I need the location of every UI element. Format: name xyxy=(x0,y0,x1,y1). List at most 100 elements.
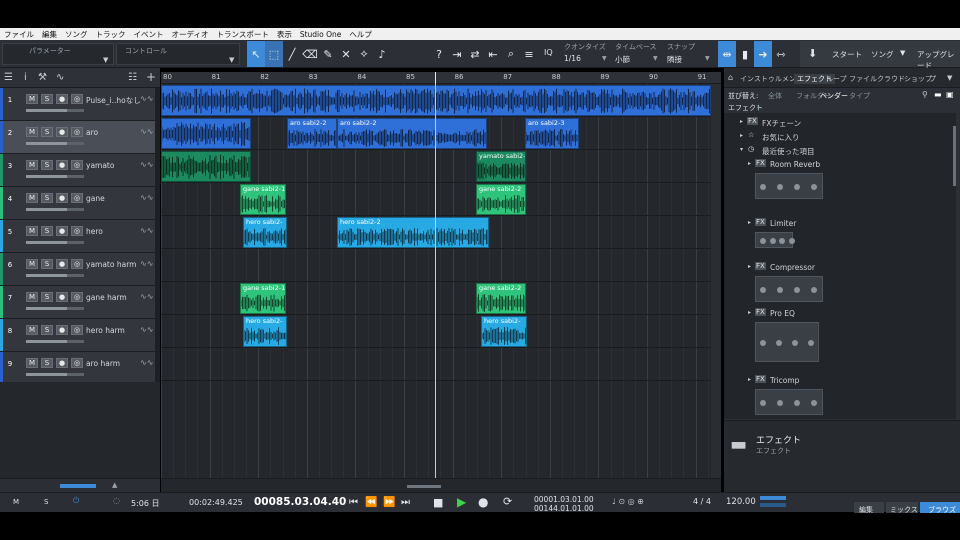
edit-button[interactable]: 編集 xyxy=(859,505,873,515)
eraser-tool-icon[interactable]: ⌫ xyxy=(301,41,319,67)
chevron-down-icon[interactable]: ▼ xyxy=(229,56,234,64)
volume-fader[interactable] xyxy=(26,373,84,376)
chevron-down-icon[interactable]: ▼ xyxy=(602,55,607,62)
forward-icon[interactable]: ⏩ xyxy=(383,497,395,508)
zoom-icon[interactable]: ⌕ xyxy=(502,41,520,67)
waveform-icon[interactable]: ∿∿ xyxy=(140,193,153,202)
plugin-thumbnail[interactable] xyxy=(755,232,795,248)
solo-button[interactable]: S xyxy=(41,226,53,236)
sort-option[interactable]: タイプ xyxy=(849,91,870,101)
chevron-right-icon[interactable]: ▸ xyxy=(748,376,751,383)
record-arm-button[interactable]: ● xyxy=(56,292,68,302)
volume-fader[interactable] xyxy=(26,109,84,112)
search-icon[interactable]: ⚲ xyxy=(922,90,928,99)
stop-icon[interactable]: ■ xyxy=(433,496,443,509)
download-icon[interactable]: ⬇ xyxy=(808,47,817,60)
plugin-item[interactable]: Compressor xyxy=(770,263,815,272)
loop-start[interactable]: 00001.03.01.00 xyxy=(534,495,594,504)
menu-item[interactable]: Studio One xyxy=(300,30,342,39)
track-header[interactable]: 7 M S ● ◎ gane harm ∿∿ xyxy=(0,286,160,319)
range-tool-icon[interactable]: ⬚ xyxy=(265,41,283,67)
plugin-thumbnail[interactable] xyxy=(755,322,819,362)
audio-clip[interactable]: aro sabi2-3 xyxy=(525,118,579,149)
paint-tool-icon[interactable]: ✎ xyxy=(319,41,337,67)
plugin-item[interactable]: Limiter xyxy=(770,219,796,228)
horizontal-scrollbar[interactable] xyxy=(161,478,721,492)
chevron-right-icon[interactable]: ▸ xyxy=(748,160,751,167)
volume-fader[interactable] xyxy=(26,142,84,145)
chevron-right-icon[interactable]: ▸ xyxy=(748,219,751,226)
menu-item[interactable]: オーディオ xyxy=(172,29,209,40)
mute-button[interactable]: M xyxy=(26,259,38,269)
browse-button[interactable]: ブラウズ xyxy=(928,505,956,515)
mute-button[interactable]: M xyxy=(26,193,38,203)
menu-item[interactable]: ファイル xyxy=(4,29,34,40)
track-header[interactable]: 1 M S ● ◎ Pulse_i..hoなし ∿∿ xyxy=(0,88,160,121)
volume-fader[interactable] xyxy=(26,274,84,277)
timeline-ruler[interactable]: 80 81 82 83 84 85 86 87 88 89 90 91 xyxy=(161,72,721,84)
vertical-scrollbar[interactable] xyxy=(711,84,721,478)
forward-end-icon[interactable]: ⏭ xyxy=(401,497,410,508)
record-arm-button[interactable]: ● xyxy=(56,325,68,335)
menu-icon[interactable]: ☰ xyxy=(4,72,13,83)
waveform-icon[interactable]: ∿∿ xyxy=(140,127,153,136)
sync-button[interactable]: S xyxy=(44,498,48,506)
plugin-item[interactable]: Pro EQ xyxy=(770,309,795,318)
mute-tool-icon[interactable]: ✕ xyxy=(337,41,355,67)
mute-button[interactable]: M xyxy=(26,325,38,335)
mute-button[interactable]: M xyxy=(26,127,38,137)
waveform-icon[interactable]: ∿∿ xyxy=(140,160,153,169)
track-header[interactable]: 2 M S ● ◎ aro ∿∿ xyxy=(0,121,160,154)
audio-clip[interactable] xyxy=(161,151,251,182)
audio-clip[interactable]: yamato sabi2-2 xyxy=(476,151,526,182)
solo-button[interactable]: S xyxy=(41,127,53,137)
monitor-button[interactable]: ◎ xyxy=(71,193,83,203)
mute-button[interactable]: M xyxy=(26,94,38,104)
start-button[interactable]: スタート xyxy=(832,49,862,60)
monitor-button[interactable]: ◎ xyxy=(71,259,83,269)
chevron-right-icon[interactable]: ▸ xyxy=(748,263,751,270)
volume-fader[interactable] xyxy=(26,175,84,178)
audio-clip[interactable]: hero sabi2-2 xyxy=(337,217,489,248)
song-button[interactable]: ソング xyxy=(871,49,894,60)
solo-button[interactable]: S xyxy=(41,259,53,269)
monitor-button[interactable]: ◎ xyxy=(71,94,83,104)
mix-button[interactable]: ミックス xyxy=(890,505,918,515)
arrange-view[interactable]: aro sabi2-2 aro sabi2-2 aro sabi2-3 yamato … xyxy=(161,84,721,478)
volume-fader[interactable] xyxy=(26,241,84,244)
chevron-right-icon[interactable]: ▸ xyxy=(748,309,751,316)
rewind-icon[interactable]: ⏪ xyxy=(365,497,377,508)
arrow-tool-icon[interactable]: ↖ xyxy=(247,41,265,67)
record-arm-button[interactable]: ● xyxy=(56,358,68,368)
record-arm-button[interactable]: ● xyxy=(56,259,68,269)
track-scrollbar[interactable] xyxy=(155,88,160,382)
track-name[interactable]: aro harm xyxy=(86,359,120,368)
browser-tab[interactable]: ループ xyxy=(826,74,847,84)
chevron-down-icon[interactable]: ▼ xyxy=(900,49,905,57)
monitor-button[interactable]: ◎ xyxy=(71,226,83,236)
mute-button[interactable]: M xyxy=(26,160,38,170)
track-header[interactable]: 5 M S ● ◎ hero ∿∿ xyxy=(0,220,160,253)
list-icon[interactable]: ☷ xyxy=(128,72,137,83)
track-name[interactable]: hero harm xyxy=(86,326,125,335)
track-name[interactable]: aro xyxy=(86,128,98,137)
sort-option[interactable]: ベンダー xyxy=(820,91,848,101)
track-name[interactable]: yamato harm xyxy=(86,260,136,269)
scroll-icon[interactable]: ≡ xyxy=(520,41,538,67)
solo-button[interactable]: S xyxy=(41,325,53,335)
mute-button[interactable]: M xyxy=(26,358,38,368)
waveform-icon[interactable]: ∿∿ xyxy=(140,358,153,367)
tree-recent[interactable]: 最近使った項目 xyxy=(762,146,815,157)
record-arm-button[interactable]: ● xyxy=(56,127,68,137)
plugin-item[interactable]: Tricomp xyxy=(770,376,799,385)
solo-button[interactable]: S xyxy=(41,292,53,302)
arrow-right-icon[interactable]: ➜ xyxy=(754,41,772,67)
plugin-thumbnail[interactable] xyxy=(755,276,823,302)
chevron-down-icon[interactable]: ▼ xyxy=(947,74,952,82)
track-name[interactable]: yamato xyxy=(86,161,114,170)
mute-button[interactable]: M xyxy=(26,226,38,236)
monitor-button[interactable]: M xyxy=(13,498,19,506)
audio-clip[interactable] xyxy=(161,85,711,116)
volume-fader[interactable] xyxy=(26,208,84,211)
mute-button[interactable]: M xyxy=(26,292,38,302)
